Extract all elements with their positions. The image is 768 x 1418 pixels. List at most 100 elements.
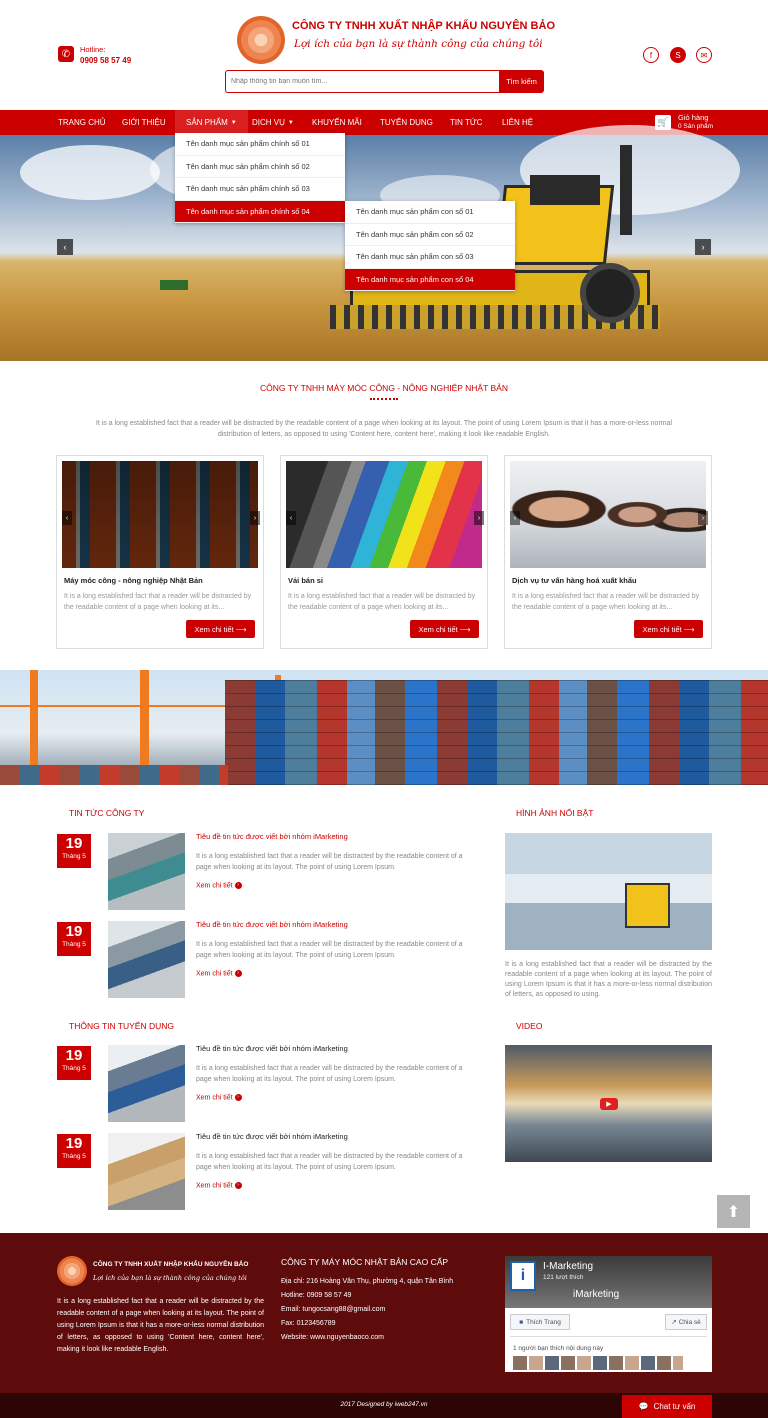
subdropdown-item[interactable]: Tên danh mục sản phẩm con số 03 [345,246,515,269]
card-desc: It is a long established fact that a rea… [512,593,700,611]
company-logo[interactable] [237,16,285,64]
card-desc: It is a long established fact that a rea… [64,593,252,611]
service-card: ‹ › Máy móc công - nông nghiệp Nhật Bản … [56,455,264,649]
mail-icon[interactable]: ✉ [696,47,712,63]
facebook-icon: ■ [519,1318,524,1326]
nav-services[interactable]: DỊCH VỤ ▼ [241,110,305,135]
arrow-right-icon: › [234,1094,242,1101]
card-title[interactable]: Máy móc công - nông nghiệp Nhật Bản [64,576,203,585]
search-input[interactable] [225,70,499,93]
nav-recruitment[interactable]: TUYỂN DỤNG [369,110,444,135]
fb-friends-text: 1 người bạn thích nội dung này [513,1345,604,1352]
news-desc: It is a long established fact that a rea… [196,1153,463,1171]
dropdown-item[interactable]: Tên danh mục sản phẩm chính số 02 [175,156,345,178]
news-image[interactable] [108,1133,185,1210]
video-thumbnail[interactable]: ▶ [505,1045,712,1162]
nav-promotions[interactable]: KHUYẾN MÃI [301,110,373,135]
fb-page-name[interactable]: I-Marketing [543,1261,593,1272]
news-title[interactable]: Tiêu đề tin tức được viết bởi nhóm iMark… [196,1044,348,1053]
facebook-icon[interactable]: f [643,47,659,63]
card-title[interactable]: Vải bán sỉ [288,576,323,585]
title-divider [370,398,398,400]
containers-banner [0,670,768,785]
card-detail-button[interactable]: Xem chi tiết ⟶ [186,620,255,638]
fb-likes: 121 lượt thích [543,1274,584,1281]
card-next-button[interactable]: › [250,511,260,525]
footer-logo[interactable] [57,1256,87,1286]
footer-slogan: Lợi ích của bạn là sự thành công của chú… [93,1274,247,1282]
news-desc: It is a long established fact that a rea… [196,941,463,959]
nav-contact[interactable]: LIÊN HỆ [491,110,544,135]
nav-about[interactable]: GIỚI THIỆU [111,110,177,135]
fb-like-button[interactable]: ■ Thích Trang [510,1314,570,1330]
subdropdown-item[interactable]: Tên danh mục sản phẩm con số 02 [345,224,515,246]
warehouse-image[interactable] [505,833,712,950]
play-icon[interactable]: ▶ [600,1098,618,1110]
back-to-top-button[interactable]: ⬆ [717,1195,750,1228]
news-desc: It is a long established fact that a rea… [196,1065,463,1083]
nav-home[interactable]: TRANG CHỦ [47,110,117,135]
arrow-right-icon: › [234,1182,242,1189]
footer-email[interactable]: Email: tungocsang88@gmail.com [281,1304,385,1316]
chat-icon: 💬 [638,1402,649,1411]
news-title[interactable]: Tiêu đề tin tức được viết bởi nhóm iMark… [196,920,348,929]
card-prev-button[interactable]: ‹ [286,511,296,525]
fb-brand: iMarketing [573,1289,620,1300]
card-desc: It is a long established fact that a rea… [288,593,476,611]
subdropdown-item-active[interactable]: Tên danh mục sản phẩm con số 04 [345,268,515,291]
news-image[interactable] [108,921,185,998]
products-subdropdown: Tên danh mục sản phẩm con số 01 Tên danh… [345,201,515,291]
news-more-link[interactable]: Xem chi tiết › [196,1094,242,1101]
facebook-widget[interactable]: i I-Marketing 121 lượt thích iMarketing … [505,1256,712,1372]
card-next-button[interactable]: › [698,511,708,525]
cart-count: 0 Sản phẩm [678,123,714,130]
skype-icon[interactable]: S [670,47,686,63]
news-image[interactable] [108,1045,185,1122]
tractors-image [62,461,258,568]
recruit-section-title: THÔNG TIN TUYỂN DỤNG [69,1021,174,1031]
intro-text: It is a long established fact that a rea… [95,420,673,438]
news-image[interactable] [108,833,185,910]
news-section-title: TIN TỨC CÔNG TY [69,808,145,818]
search-button[interactable]: Tìm kiếm [499,70,544,93]
fabric-image [286,461,482,568]
footer-hotline: Hotline: 0909 58 57 49 [281,1292,352,1299]
video-section-title: VIDEO [516,1021,543,1031]
hotline-number[interactable]: 0909 58 57 49 [80,56,131,65]
news-more-link[interactable]: Xem chi tiết › [196,882,242,889]
products-dropdown: Tên danh mục sản phẩm chính số 01 Tên da… [175,133,345,223]
dropdown-item[interactable]: Tên danh mục sản phẩm chính số 01 [175,133,345,156]
footer-address: Địa chỉ: 216 Hoàng Văn Thụ, phường 4, qu… [281,1278,454,1285]
subdropdown-item[interactable]: Tên danh mục sản phẩm con số 01 [345,201,515,224]
card-title[interactable]: Dịch vụ tư vấn hàng hoá xuất khẩu [512,576,637,585]
date-badge: 19 Tháng 5 [57,1046,91,1080]
arrow-right-icon: › [234,882,242,889]
chevron-down-icon: ▼ [230,119,237,126]
service-card: ‹ › Dịch vụ tư vấn hàng hoá xuất khẩu It… [504,455,712,649]
nav-news[interactable]: TIN TỨC [439,110,493,135]
fb-share-button[interactable]: ↗ Chia sẻ [665,1314,707,1330]
dropdown-item-active[interactable]: Tên danh mục sản phẩm chính số 04 [175,200,345,223]
slider-prev-button[interactable]: ‹ [57,239,73,255]
date-badge: 19 Tháng 5 [57,922,91,956]
news-title[interactable]: Tiêu đề tin tức được viết bởi nhóm iMark… [196,1132,348,1141]
nav-products[interactable]: SẢN PHẨM ▼ [175,110,248,135]
card-prev-button[interactable]: ‹ [510,511,520,525]
news-desc: It is a long established fact that a rea… [196,853,463,871]
footer-website[interactable]: Website: www.nguyenbaoco.com [281,1332,384,1344]
news-title[interactable]: Tiêu đề tin tức được viết bởi nhóm iMark… [196,832,348,841]
news-more-link[interactable]: Xem chi tiết › [196,1182,242,1189]
chat-button[interactable]: 💬 Chat tư vấn [622,1395,712,1418]
dropdown-item[interactable]: Tên danh mục sản phẩm chính số 03 [175,178,345,201]
slider-next-button[interactable]: › [695,239,711,255]
company-slogan: Lợi ích của bạn là sự thành công của chú… [294,38,543,50]
cart-title[interactable]: Giỏ hàng [678,113,708,122]
card-next-button[interactable]: › [474,511,484,525]
card-detail-button[interactable]: Xem chi tiết ⟶ [410,620,479,638]
news-more-link[interactable]: Xem chi tiết › [196,970,242,977]
hotline-label: Hotline: [80,45,106,54]
card-detail-button[interactable]: Xem chi tiết ⟶ [634,620,703,638]
footer-company-name: CÔNG TY TNHH XUẤT NHẬP KHẨU NGUYÊN BẢO [93,1261,249,1268]
card-prev-button[interactable]: ‹ [62,511,72,525]
fb-friends-avatars [513,1356,683,1370]
